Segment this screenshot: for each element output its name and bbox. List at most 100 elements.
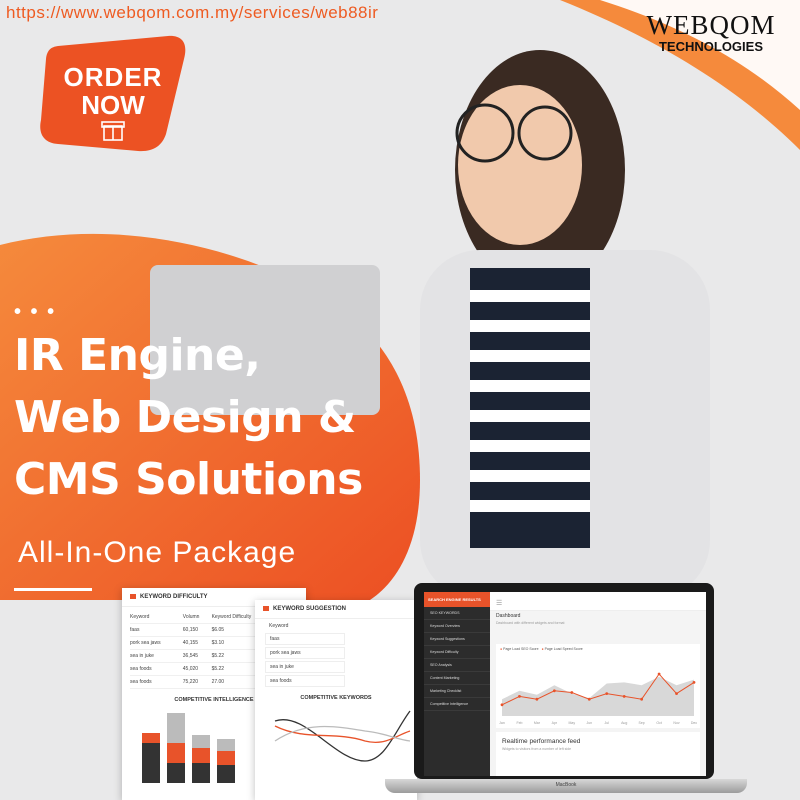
realtime-panel: Realtime performance feed Widgets to vis… (496, 732, 700, 776)
logo-brand: WEBQOM (646, 10, 776, 40)
data-point (605, 692, 609, 695)
decorative-dots: • • • (14, 301, 57, 323)
list-item[interactable]: faas (265, 633, 345, 646)
data-point (570, 691, 574, 694)
x-tick-label: Aug (621, 721, 627, 725)
legend-item: Page Load SEO Score (503, 647, 539, 651)
data-point (500, 703, 504, 707)
data-point (692, 681, 696, 684)
keyword-label: Keyword (269, 623, 289, 630)
list-item[interactable]: pork sea jaws (265, 647, 345, 660)
subtitle-underline (14, 588, 92, 591)
x-tick-label: Jan (499, 721, 505, 725)
x-tick-label: Mar (534, 721, 541, 725)
competitive-keywords-chart (274, 710, 411, 762)
chart-legend: ● Page Load SEO Score ● Page Load Speed … (500, 647, 583, 651)
bar (142, 733, 160, 744)
data-point (587, 697, 591, 701)
list-item[interactable]: sea foods (265, 675, 345, 688)
webqom-logo[interactable]: WEBQOM TECHNOLOGIES (636, 10, 786, 54)
seo-score-panel: ● Page Load SEO Score ● Page Load Speed … (496, 644, 700, 728)
bar (167, 713, 185, 744)
sidebar-item-keyword-suggestions[interactable]: Keyword Suggestions (424, 633, 490, 646)
menu-icon[interactable]: ☰ (496, 600, 502, 607)
dashboard-subtitle: Dashboard with different widgets and for… (496, 621, 565, 625)
dashboard-sidebar: SEARCH ENGINE RESULTS SEO KEYWORDS Keywo… (424, 592, 490, 776)
data-point (622, 695, 626, 698)
headline: IR Engine, Web Design & CMS Solutions (14, 325, 363, 511)
data-point (535, 697, 539, 701)
x-tick-label: Oct (656, 721, 661, 725)
laptop-screen: SEARCH ENGINE RESULTS SEO KEYWORDS Keywo… (424, 592, 706, 776)
sidebar-item-content-marketing[interactable]: Content Marketing (424, 672, 490, 685)
x-tick-label: May (569, 721, 576, 725)
table-cell: faas (130, 623, 183, 638)
table-cell: 75,220 (182, 675, 212, 690)
headline-line-2: Web Design & (14, 392, 356, 443)
data-point (518, 695, 521, 698)
keyword-suggestion-card: KEYWORD SUGGESTION Keyword faas pork sea… (255, 600, 417, 800)
bar (217, 739, 235, 752)
page-url[interactable]: https://www.webqom.com.my/services/web88… (6, 3, 378, 23)
keyword-suggestion-header: KEYWORD SUGGESTION (255, 600, 417, 620)
sidebar-item-competitive-intelligence[interactable]: Competitive Intelligence (424, 698, 490, 711)
table-cell: 40,155 (182, 636, 212, 651)
sidebar-item-seo-analysis[interactable]: SEO Analysis (424, 659, 490, 672)
dashboard-title: Dashboard (496, 613, 521, 619)
x-tick-label: Jul (604, 721, 609, 725)
bar (217, 751, 235, 766)
keyword-suggestion-list: Keyword faas pork sea jaws sea in juke s… (265, 621, 407, 688)
dashboard-topbar: ☰ (490, 592, 706, 611)
dashboard-main: ☰ Dashboard Dashboard with different wid… (490, 592, 706, 776)
headline-line-3: CMS Solutions (14, 454, 363, 505)
table-cell: 36,545 (182, 649, 212, 664)
table-cell: sea foods (130, 662, 183, 677)
bar (167, 763, 185, 784)
data-point (657, 672, 661, 676)
headline-subtitle: All-In-One Package (18, 536, 297, 569)
table-cell: 60,150 (182, 623, 212, 638)
keyword-suggestion-title: KEYWORD SUGGESTION (273, 606, 347, 613)
table-cell: sea in juke (130, 649, 183, 664)
bar (192, 735, 210, 749)
series-line (274, 725, 411, 743)
x-tick-label: Jun (586, 721, 592, 725)
bar (217, 765, 235, 784)
now-text: NOW (81, 90, 145, 120)
laptop-brand-label: MacBook (555, 782, 577, 788)
sidebar-item-keyword-difficulty[interactable]: Keyword Difficulty (424, 646, 490, 659)
x-tick-label: Nov (673, 721, 679, 725)
data-point (675, 692, 678, 695)
table-cell: pork sea jaws (130, 636, 183, 651)
x-tick-label: Feb (516, 721, 522, 725)
x-tick-label: Apr (552, 721, 558, 725)
list-item[interactable]: sea in juke (265, 661, 345, 674)
order-now-button[interactable]: ORDER NOW (38, 34, 188, 152)
bar (167, 743, 185, 764)
column-header: Volumn (182, 611, 212, 625)
sidebar-header: SEARCH ENGINE RESULTS (424, 592, 490, 607)
data-point (640, 697, 644, 701)
seo-score-chart: Jan Feb Mar Apr May Jun Jul Aug Sep Oct Nov Dec (499, 672, 697, 725)
logo-tagline: TECHNOLOGIES (658, 39, 763, 54)
data-point (552, 689, 556, 693)
bar (192, 763, 210, 784)
realtime-subtitle: Widgets to visitors from a number of lef… (502, 747, 572, 751)
x-tick-label: Sep (639, 721, 645, 725)
series-line (274, 726, 411, 742)
keyword-difficulty-title: KEYWORD DIFFICULTY (140, 594, 208, 601)
table-cell: sea foods (130, 675, 183, 690)
legend-item: Page Load Speed Score (544, 647, 583, 651)
bar (142, 743, 160, 784)
column-header: Keyword (130, 611, 183, 625)
bar-group (142, 713, 235, 784)
sidebar-item-marketing-checklist[interactable]: Marketing Checklist (424, 685, 490, 698)
table-cell: 45,020 (182, 662, 212, 677)
bar (192, 748, 210, 764)
realtime-title: Realtime performance feed (502, 738, 581, 745)
order-text: ORDER (63, 62, 163, 92)
x-tick-label: Dec (691, 721, 697, 725)
sidebar-item-seo-keywords[interactable]: SEO KEYWORDS (424, 607, 490, 620)
headline-line-1: IR Engine, (14, 330, 261, 381)
sidebar-item-keyword-overview[interactable]: Keyword Overview (424, 620, 490, 633)
